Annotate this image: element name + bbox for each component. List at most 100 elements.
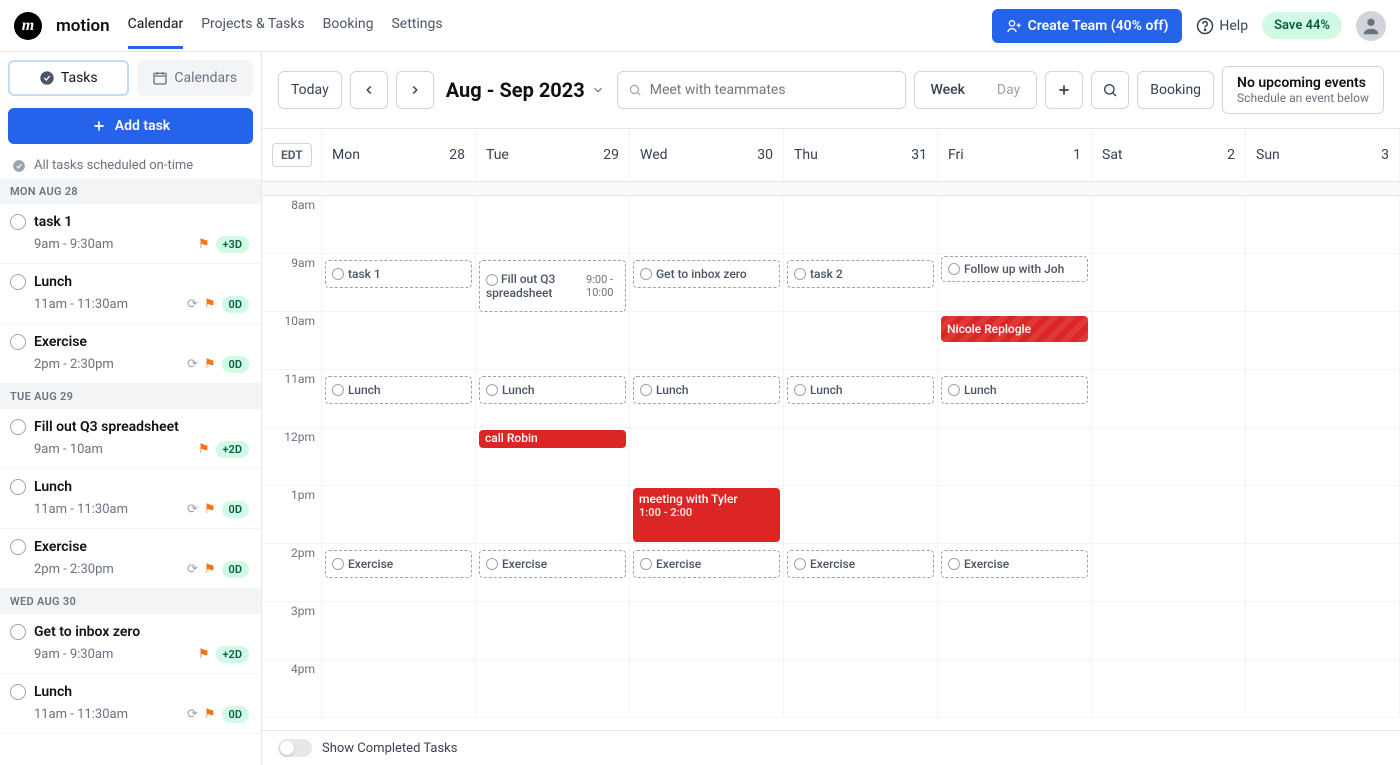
complete-circle-icon[interactable] [10,419,26,435]
event-task[interactable]: task 2 [787,260,934,288]
task-item[interactable]: Fill out Q3 spreadsheet9am - 10am⚑+2D [0,409,261,469]
tab-calendars[interactable]: Calendars [137,60,254,96]
event-task[interactable]: Lunch [633,376,780,404]
add-task-button[interactable]: Add task [8,108,253,144]
user-icon [1360,15,1382,37]
event-meeting[interactable]: meeting with Tyler 1:00 - 2:00 [633,488,780,542]
nav-booking[interactable]: Booking [323,2,374,49]
event-meeting[interactable]: call Robin [479,430,626,448]
event-task[interactable]: Get to inbox zero [633,260,780,288]
event-meeting[interactable]: Nicole Replogle [941,316,1088,342]
add-task-label: Add task [115,118,170,134]
event-task[interactable]: Lunch [787,376,934,404]
task-time: 2pm - 2:30pm [34,357,181,372]
day-col-tue[interactable]: Fill out Q3 spreadsheet 9:00 - 10:00 Lun… [476,196,630,718]
day-col-thu[interactable]: task 2 Lunch Exercise [784,196,938,718]
hour-label: 4pm [262,660,321,718]
task-item[interactable]: Lunch11am - 11:30am⟳⚑0D [0,674,261,734]
complete-circle-icon[interactable] [10,539,26,555]
event-task[interactable]: Exercise [479,550,626,578]
show-completed-toggle[interactable] [278,739,312,757]
date-range[interactable]: Aug - Sep 2023 [446,78,605,102]
upcoming-title: No upcoming events [1237,75,1369,91]
repeat-icon: ⟳ [187,357,198,372]
event-task[interactable]: Lunch [479,376,626,404]
day-col-wed[interactable]: Get to inbox zero Lunch meeting with Tyl… [630,196,784,718]
complete-circle-icon[interactable] [10,684,26,700]
timezone-button[interactable]: EDT [272,143,312,167]
search-input[interactable] [650,82,895,98]
complete-circle-icon[interactable] [10,214,26,230]
create-team-label: Create Team (40% off) [1028,18,1169,34]
upcoming-sub: Schedule an event below [1237,91,1369,105]
task-title: task 1 [34,214,72,230]
help-link[interactable]: Help [1196,17,1248,35]
event-task[interactable]: task 1 [325,260,472,288]
complete-circle-icon[interactable] [10,274,26,290]
next-button[interactable] [396,71,434,109]
day-button[interactable]: Day [981,72,1036,108]
task-item[interactable]: Exercise2pm - 2:30pm⟳⚑0D [0,529,261,589]
hour-label: 1pm [262,486,321,544]
brand-name: motion [56,16,110,36]
hour-label: 12pm [262,428,321,486]
event-task[interactable]: Lunch [941,376,1088,404]
day-name: Mon [332,147,360,163]
task-item[interactable]: Exercise2pm - 2:30pm⟳⚑0D [0,324,261,384]
event-task[interactable]: Lunch [325,376,472,404]
complete-circle-icon[interactable] [10,479,26,495]
event-task[interactable]: Exercise [941,550,1088,578]
complete-circle-icon[interactable] [10,624,26,640]
due-badge: 0D [222,706,249,723]
avatar[interactable] [1356,11,1386,41]
day-col-sat[interactable] [1092,196,1246,718]
save-pill[interactable]: Save 44% [1262,12,1342,39]
view-segment: Week Day [914,71,1038,109]
question-icon [1196,17,1214,35]
day-col-sun[interactable] [1246,196,1400,718]
booking-button[interactable]: Booking [1137,71,1214,109]
nav-calendar[interactable]: Calendar [128,2,184,49]
day-col-fri[interactable]: Follow up with Joh Nicole Replogle Lunch… [938,196,1092,718]
prev-button[interactable] [350,71,388,109]
day-name: Sat [1102,147,1123,163]
complete-circle-icon[interactable] [10,334,26,350]
task-item[interactable]: Lunch11am - 11:30am⟳⚑0D [0,264,261,324]
search-button[interactable] [1091,71,1129,109]
today-button[interactable]: Today [278,71,342,109]
hour-label: 2pm [262,544,321,602]
add-event-button[interactable] [1045,71,1083,109]
week-button[interactable]: Week [915,72,981,108]
flag-icon: ⚑ [204,357,216,372]
task-list: MON AUG 28task 19am - 9:30am⚑+3DLunch11a… [0,179,261,765]
nav-settings[interactable]: Settings [391,2,442,49]
task-title: Lunch [34,684,72,700]
event-task[interactable]: Exercise [325,550,472,578]
day-num: 2 [1227,147,1235,163]
event-task[interactable]: Exercise [633,550,780,578]
check-circle-icon [12,159,26,173]
due-badge: +2D [216,646,250,663]
chevron-down-icon [591,83,605,97]
task-title: Exercise [34,334,87,350]
sidebar-status: All tasks scheduled on-time [0,152,261,179]
due-badge: +3D [216,236,250,253]
day-col-mon[interactable]: task 1 Lunch Exercise [322,196,476,718]
search-input-wrap[interactable] [617,71,906,109]
task-item[interactable]: task 19am - 9:30am⚑+3D [0,204,261,264]
task-item[interactable]: Lunch11am - 11:30am⟳⚑0D [0,469,261,529]
event-task[interactable]: Fill out Q3 spreadsheet 9:00 - 10:00 [479,260,626,312]
chevron-left-icon [362,83,376,97]
hour-label: 10am [262,312,321,370]
tab-tasks-label: Tasks [61,70,98,86]
task-title: Lunch [34,479,72,495]
task-time: 11am - 11:30am [34,707,181,722]
create-team-button[interactable]: Create Team (40% off) [992,9,1183,43]
event-task[interactable]: Exercise [787,550,934,578]
tab-tasks[interactable]: Tasks [8,60,129,96]
event-task[interactable]: Follow up with Joh [941,256,1088,282]
nav-projects[interactable]: Projects & Tasks [201,2,304,49]
search-icon [628,83,642,97]
task-item[interactable]: Get to inbox zero9am - 9:30am⚑+2D [0,614,261,674]
calendar-grid[interactable]: EDT Mon28 Tue29 Wed30 Thu31 Fri1 Sat2 Su… [262,129,1400,730]
